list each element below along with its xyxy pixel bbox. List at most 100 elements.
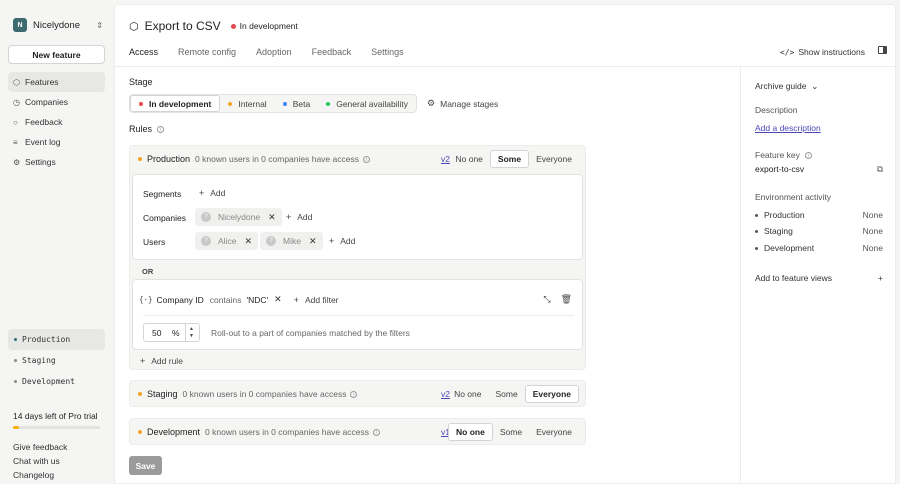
env-item-staging[interactable]: Staging bbox=[8, 350, 105, 371]
chip-label: Mike bbox=[283, 236, 301, 246]
add-user-button[interactable]: + Add bbox=[329, 236, 355, 246]
archive-guide-dropdown[interactable]: Archive guide ⌄ bbox=[755, 81, 818, 92]
sidebar-item-companies[interactable]: ◷ Companies bbox=[8, 92, 105, 112]
env-activity-value: None bbox=[862, 226, 883, 236]
close-icon[interactable]: ✕ bbox=[244, 236, 252, 247]
main-panel: ⬡ Export to CSV In development Access Re… bbox=[114, 4, 897, 484]
env-name: Development bbox=[147, 427, 201, 437]
stage-dot-icon bbox=[282, 101, 287, 106]
sidebar-item-label: Companies bbox=[25, 97, 68, 107]
access-everyone[interactable]: Everyone bbox=[529, 150, 579, 168]
access-everyone[interactable]: Everyone bbox=[529, 423, 579, 441]
access-no-one[interactable]: No one bbox=[448, 423, 493, 441]
add-company-button[interactable]: + Add bbox=[286, 212, 312, 222]
user-chip-alice: ? Alice ✕ bbox=[195, 232, 258, 250]
access-no-one[interactable]: No one bbox=[447, 385, 488, 403]
add-label: Add bbox=[340, 236, 356, 246]
feature-key-value: export-to-csv bbox=[755, 164, 805, 174]
add-description-link[interactable]: Add a description bbox=[755, 123, 821, 133]
stage-internal[interactable]: Internal bbox=[220, 95, 274, 112]
info-icon[interactable]: i bbox=[362, 155, 370, 163]
gear-icon: ⚙ bbox=[427, 98, 436, 108]
add-rule-button[interactable]: + Add rule bbox=[140, 356, 183, 366]
show-instructions-button[interactable]: </> Show instructions bbox=[780, 47, 865, 57]
env-item-development[interactable]: Development bbox=[8, 371, 105, 392]
sidebar-item-label: Feedback bbox=[25, 117, 63, 127]
sidebar-item-event-log[interactable]: ≡ Event log bbox=[8, 132, 105, 152]
rollout-percentage-input[interactable]: 50 % ▲ ▼ bbox=[143, 323, 200, 342]
tab-settings[interactable]: Settings bbox=[371, 47, 404, 61]
sidebar-item-settings[interactable]: ⚙ Settings bbox=[8, 152, 105, 172]
stage-beta[interactable]: Beta bbox=[275, 95, 319, 112]
tab-bar: Access Remote config Adoption Feedback S… bbox=[129, 47, 424, 61]
env-activity-row: Production None bbox=[755, 210, 883, 220]
org-name: Nicelydone bbox=[33, 19, 80, 31]
sidebar-item-label: Features bbox=[25, 77, 59, 87]
chip-label: Alice bbox=[218, 236, 237, 246]
close-icon[interactable]: ✕ bbox=[309, 236, 317, 247]
env-activity-name: Development bbox=[764, 243, 815, 253]
chat-link[interactable]: Chat with us bbox=[13, 456, 67, 470]
archive-guide-label: Archive guide bbox=[755, 81, 807, 91]
close-icon[interactable]: ✕ bbox=[274, 294, 282, 305]
tab-adoption[interactable]: Adoption bbox=[256, 47, 292, 61]
avatar: ? bbox=[201, 212, 211, 222]
divider bbox=[115, 66, 897, 67]
stage-label: Internal bbox=[238, 98, 267, 109]
manage-stages-button[interactable]: ⚙ Manage stages bbox=[427, 98, 498, 109]
sidebar-item-feedback[interactable]: ○ Feedback bbox=[8, 112, 105, 132]
stage-general-availability[interactable]: General availability bbox=[318, 95, 416, 112]
add-label: Add bbox=[297, 212, 313, 222]
access-some[interactable]: Some bbox=[489, 385, 525, 403]
new-feature-button[interactable]: New feature bbox=[8, 45, 105, 64]
env-dot-icon bbox=[14, 338, 17, 341]
filter-value[interactable]: 'NDC' bbox=[246, 295, 268, 305]
close-icon[interactable]: ✕ bbox=[268, 212, 276, 223]
save-button[interactable]: Save bbox=[129, 456, 162, 475]
collapse-icon[interactable]: ⤡ bbox=[543, 294, 550, 305]
tab-feedback[interactable]: Feedback bbox=[312, 47, 352, 61]
env-activity-label: Environment activity bbox=[755, 192, 832, 202]
stage-label: Stage bbox=[129, 77, 153, 87]
toggle-panel-icon[interactable] bbox=[878, 46, 887, 54]
stepper-icon[interactable]: ▲ ▼ bbox=[185, 324, 197, 341]
access-everyone[interactable]: Everyone bbox=[524, 385, 579, 403]
info-icon[interactable]: i bbox=[350, 390, 358, 398]
tab-remote-config[interactable]: Remote config bbox=[178, 47, 236, 61]
give-feedback-link[interactable]: Give feedback bbox=[13, 442, 67, 456]
plus-icon[interactable]: + bbox=[878, 273, 883, 283]
add-rule-label: Add rule bbox=[151, 356, 183, 366]
stage-dot-icon bbox=[326, 101, 331, 106]
access-some[interactable]: Some bbox=[493, 423, 529, 441]
env-item-production[interactable]: Production bbox=[8, 329, 105, 350]
code-icon: </> bbox=[779, 47, 795, 57]
tab-access[interactable]: Access bbox=[129, 47, 158, 61]
access-some[interactable]: Some bbox=[489, 150, 530, 168]
sidebar-item-features[interactable]: ⬡ Features bbox=[8, 72, 105, 92]
env-activity-value: None bbox=[862, 243, 883, 253]
trash-icon[interactable]: 🗑 bbox=[561, 294, 572, 305]
access-no-one[interactable]: No one bbox=[449, 150, 490, 168]
add-filter-button[interactable]: Add filter bbox=[305, 295, 339, 305]
filter-operator[interactable]: contains bbox=[210, 295, 242, 305]
box-icon: ⬡ bbox=[129, 20, 139, 33]
company-chip: ? Nicelydone ✕ bbox=[195, 208, 282, 226]
stage-in-development[interactable]: In development bbox=[130, 95, 221, 112]
env-activity-value: None bbox=[862, 210, 883, 220]
info-icon[interactable]: i bbox=[804, 152, 812, 160]
changelog-link[interactable]: Changelog bbox=[13, 470, 67, 484]
add-to-views-label[interactable]: Add to feature views bbox=[755, 273, 832, 283]
chat-icon: ○ bbox=[13, 117, 18, 127]
feature-key-label: Feature key bbox=[755, 150, 800, 160]
add-segment-button[interactable]: + Add bbox=[199, 188, 225, 198]
env-dot-icon bbox=[755, 246, 758, 250]
env-header: Staging 0 known users in 0 companies hav… bbox=[130, 381, 585, 407]
info-icon[interactable]: i bbox=[157, 126, 165, 134]
filter-key[interactable]: Company ID bbox=[157, 295, 204, 305]
info-icon[interactable]: i bbox=[372, 428, 380, 436]
stage-badge-label: In development bbox=[239, 21, 298, 31]
production-rules-card: Production 0 known users in 0 companies … bbox=[129, 145, 586, 370]
org-switcher[interactable]: N Nicelydone ⇕ bbox=[13, 17, 103, 33]
copy-icon[interactable]: ⧉ bbox=[877, 164, 883, 175]
env-dot-icon bbox=[755, 229, 758, 233]
